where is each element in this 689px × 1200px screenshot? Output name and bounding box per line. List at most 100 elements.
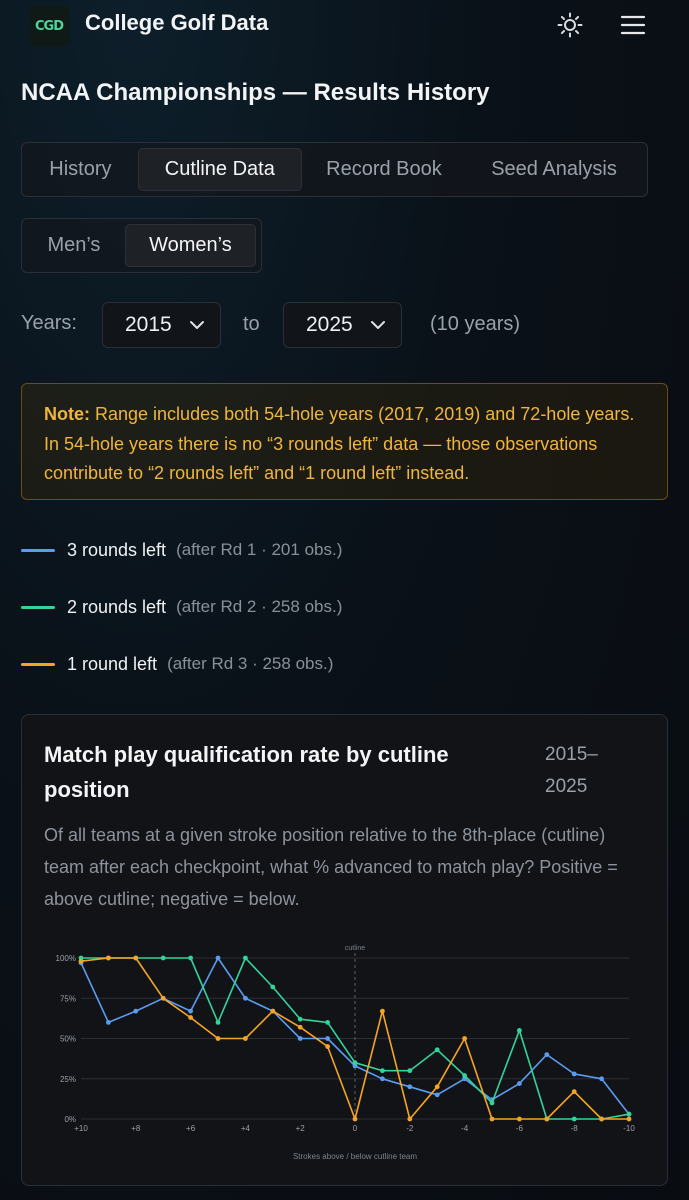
- data-point: [243, 995, 248, 1001]
- data-point: [188, 1015, 194, 1020]
- note-text: Range includes both 54-hole years (2017,…: [44, 404, 635, 483]
- data-point: [407, 1084, 413, 1090]
- data-point: [380, 1068, 385, 1074]
- hamburger-menu-icon: [620, 15, 646, 35]
- tab-history[interactable]: History: [27, 148, 134, 191]
- data-point: [297, 1036, 303, 1041]
- data-point: [489, 1116, 495, 1122]
- data-point: [380, 1076, 385, 1082]
- data-point: [188, 1008, 194, 1014]
- data-point: [78, 958, 84, 964]
- legend-sub: (after Rd 3 · 258 obs.): [167, 654, 334, 673]
- chevron-down-icon: [190, 321, 204, 329]
- data-point: [544, 1116, 550, 1122]
- note-label: Note:: [44, 404, 90, 424]
- year-to-select[interactable]: 2025: [283, 302, 402, 348]
- data-point: [407, 1068, 413, 1074]
- data-point: [325, 1036, 330, 1041]
- legend-swatch: [21, 605, 55, 609]
- data-point: [160, 995, 166, 1001]
- year-to-value: 2025: [306, 313, 353, 336]
- x-tick-label: +6: [186, 1124, 196, 1133]
- chart-description: Of all teams at a given stroke position …: [44, 825, 618, 909]
- data-point: [352, 1060, 358, 1066]
- data-point: [407, 1116, 413, 1122]
- data-point: [517, 1081, 522, 1086]
- legend-item-1-round: 1 round left (after Rd 3 · 258 obs.): [21, 650, 333, 678]
- data-point: [544, 1052, 550, 1057]
- data-point: [325, 1020, 330, 1025]
- sun-icon: [557, 12, 583, 38]
- data-point: [133, 955, 139, 961]
- tab-seed-analysis[interactable]: Seed Analysis: [466, 148, 642, 191]
- chevron-down-icon: [371, 321, 385, 329]
- legend-sub: (after Rd 1 · 201 obs.): [176, 540, 343, 559]
- toggle-mens[interactable]: Men’s: [27, 224, 121, 267]
- qualification-rate-chart: 0% 25% 50% 75% 100% +10 +8 +6 +4 +2 0 -2 -4 -6 -8 -10 cu…: [56, 945, 636, 1161]
- x-tick-label: +10: [74, 1124, 88, 1133]
- chart-year-range: 2015–2025: [545, 744, 598, 797]
- tab-cutline-data[interactable]: Cutline Data: [137, 148, 302, 191]
- data-point: [626, 1116, 632, 1122]
- app-title[interactable]: College Golf Data: [85, 10, 268, 36]
- data-point: [571, 1071, 577, 1077]
- data-point: [133, 1008, 139, 1014]
- series-line-1: [80, 957, 630, 1115]
- gender-toggle: Men’s Women’s: [21, 218, 262, 273]
- chart-title: Match play qualification rate by cutline…: [44, 742, 449, 802]
- data-point: [106, 1020, 111, 1025]
- data-point: [434, 1047, 440, 1053]
- y-tick-label: 75%: [60, 994, 76, 1003]
- data-point: [380, 1008, 385, 1014]
- data-point: [489, 1100, 495, 1106]
- years-label: Years:: [21, 312, 77, 334]
- data-point: [160, 955, 166, 961]
- x-tick-label: -4: [461, 1124, 469, 1133]
- x-tick-label: +2: [296, 1124, 306, 1133]
- tab-record-book[interactable]: Record Book: [306, 148, 462, 191]
- data-point: [571, 1116, 577, 1122]
- data-point: [434, 1092, 440, 1098]
- data-point: [599, 1116, 604, 1122]
- section-tabs: History Cutline Data Record Book Seed An…: [21, 142, 648, 197]
- data-point: [434, 1084, 440, 1090]
- data-point: [215, 1036, 221, 1041]
- data-point: [626, 1111, 632, 1117]
- x-axis-label: Strokes above / below cutline team: [293, 1152, 417, 1161]
- data-point: [352, 1116, 358, 1122]
- top-bar: CGD College Golf Data: [0, 0, 689, 50]
- year-from-value: 2015: [125, 313, 172, 336]
- y-tick-label: 0%: [64, 1115, 76, 1124]
- menu-button[interactable]: [618, 10, 648, 40]
- data-point: [106, 955, 111, 961]
- years-count: (10 years): [430, 313, 521, 335]
- y-tick-label: 50%: [60, 1035, 76, 1044]
- x-tick-label: 0: [353, 1124, 358, 1133]
- x-tick-label: -6: [516, 1124, 524, 1133]
- year-from-select[interactable]: 2015: [102, 302, 221, 348]
- legend-item-2-rounds: 2 rounds left (after Rd 2 · 258 obs.): [21, 593, 342, 621]
- data-point: [599, 1076, 604, 1082]
- data-point: [297, 1024, 303, 1030]
- data-point: [297, 1016, 303, 1022]
- data-point: [243, 955, 248, 961]
- theme-toggle-button[interactable]: [555, 10, 585, 40]
- data-point: [188, 955, 194, 961]
- x-tick-label: +8: [131, 1124, 141, 1133]
- toggle-womens[interactable]: Women’s: [124, 224, 256, 267]
- y-tick-label: 100%: [56, 954, 76, 963]
- data-point: [243, 1036, 248, 1041]
- to-label: to: [243, 313, 260, 335]
- note-banner: Note: Range includes both 54-hole years …: [21, 383, 668, 500]
- data-point: [215, 955, 221, 961]
- y-tick-label: 25%: [60, 1075, 76, 1084]
- data-point: [571, 1089, 577, 1095]
- legend-item-3-rounds: 3 rounds left (after Rd 1 · 201 obs.): [21, 536, 342, 564]
- legend-swatch: [21, 548, 55, 552]
- data-point: [517, 1116, 522, 1122]
- legend-name: 1 round left: [67, 653, 158, 674]
- legend-name: 2 rounds left: [67, 596, 167, 617]
- legend-sub: (after Rd 2 · 258 obs.): [176, 597, 343, 616]
- legend-swatch: [21, 662, 55, 666]
- app-logo[interactable]: CGD: [29, 6, 69, 46]
